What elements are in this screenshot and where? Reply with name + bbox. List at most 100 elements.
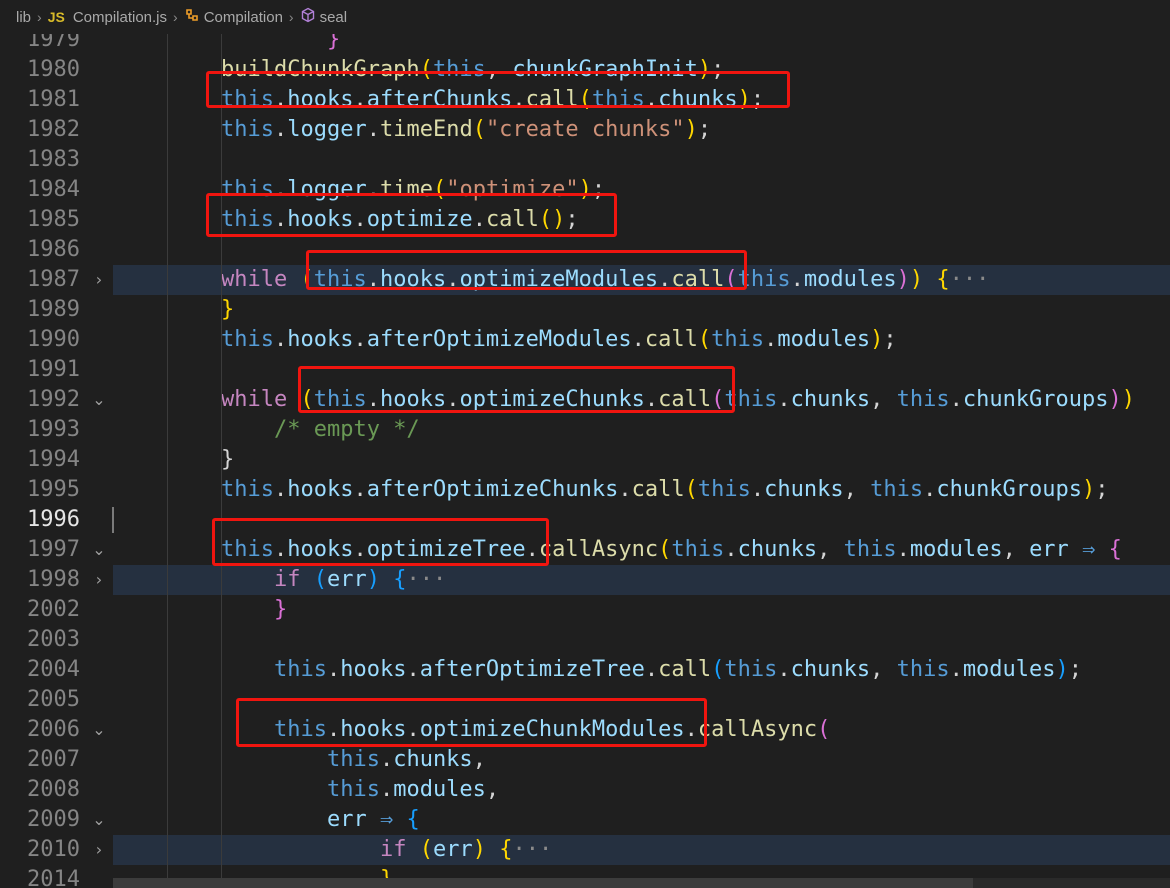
code-line[interactable]: 1990 this.hooks.afterOptimizeModules.call…: [0, 325, 1170, 355]
code-line[interactable]: 1997 ⌄ this.hooks.optimizeTree.callAsync(t…: [0, 535, 1170, 565]
code-token: call: [525, 87, 579, 112]
code-area[interactable]: this.hooks.afterOptimizeModules.call(thi…: [113, 325, 1170, 355]
code-token: this: [843, 537, 897, 562]
code-line[interactable]: 1986: [0, 235, 1170, 265]
code-token: }: [221, 34, 341, 52]
code-token: modules: [962, 657, 1056, 682]
code-area[interactable]: [113, 235, 1170, 265]
code-area[interactable]: }: [113, 34, 1170, 55]
code-text: }: [221, 595, 287, 625]
code-token: .: [525, 537, 539, 562]
code-token: .: [923, 477, 937, 502]
code-text: /* empty */: [221, 415, 420, 445]
code-area[interactable]: this.hooks.afterOptimizeTree.call(this.c…: [113, 655, 1170, 685]
code-area[interactable]: }: [113, 595, 1170, 625]
code-token: err: [326, 567, 367, 592]
code-line[interactable]: 2002 }: [0, 595, 1170, 625]
scrollbar-thumb[interactable]: [113, 878, 973, 888]
code-area[interactable]: [113, 625, 1170, 655]
code-area[interactable]: this.modules,: [113, 775, 1170, 805]
code-token: .: [949, 387, 963, 412]
code-area[interactable]: this.hooks.optimize.call();: [113, 205, 1170, 235]
fold-collapse-icon[interactable]: ⌄: [92, 805, 106, 835]
code-area[interactable]: [113, 145, 1170, 175]
code-area[interactable]: while (this.hooks.optimizeModules.call(t…: [113, 265, 1170, 295]
code-line[interactable]: 2006 ⌄ this.hooks.optimizeChunkModules.ca…: [0, 715, 1170, 745]
code-area[interactable]: this.hooks.optimizeChunkModules.callAsyn…: [113, 715, 1170, 745]
code-token: .: [644, 87, 659, 112]
code-line[interactable]: 1998 › if (err) {···: [0, 565, 1170, 595]
code-line[interactable]: 1981 this.hooks.afterChunks.call(this.chu…: [0, 85, 1170, 115]
code-area[interactable]: if (err) {···: [113, 565, 1170, 595]
line-number: 2002: [27, 597, 80, 622]
code-area[interactable]: this.chunks,: [113, 745, 1170, 775]
code-line[interactable]: 1980 buildChunkGraph(this, chunkGraphInit…: [0, 55, 1170, 85]
code-token: (: [472, 117, 486, 142]
code-area[interactable]: this.logger.time("optimize");: [113, 175, 1170, 205]
code-area[interactable]: if (err) {···: [113, 835, 1170, 865]
breadcrumb-method[interactable]: seal: [300, 7, 347, 27]
code-token: chunkGroups: [962, 387, 1109, 412]
breadcrumb-file[interactable]: JS Compilation.js: [48, 9, 167, 26]
fold-collapse-icon[interactable]: ⌄: [92, 535, 106, 565]
code-area[interactable]: /* empty */: [113, 415, 1170, 445]
code-token: hooks: [287, 477, 354, 502]
code-line[interactable]: 1982 this.logger.timeEnd("create chunks")…: [0, 115, 1170, 145]
horizontal-scrollbar[interactable]: [113, 878, 1170, 888]
breadcrumb-folder[interactable]: lib: [16, 9, 31, 26]
code-line[interactable]: 2010 › if (err) {···: [0, 835, 1170, 865]
code-line[interactable]: 2007 this.chunks,: [0, 745, 1170, 775]
code-line[interactable]: 2005: [0, 685, 1170, 715]
code-line[interactable]: 2009 ⌄ err ⇒ {: [0, 805, 1170, 835]
code-area[interactable]: this.hooks.optimizeTree.callAsync(this.c…: [113, 535, 1170, 565]
code-token: ): [578, 177, 592, 202]
line-number: 2014: [27, 867, 80, 888]
code-line[interactable]: 1983: [0, 145, 1170, 175]
line-number: 1990: [27, 327, 80, 352]
code-area[interactable]: [113, 685, 1170, 715]
code-line[interactable]: 2004 this.hooks.afterOptimizeTree.call(t…: [0, 655, 1170, 685]
code-area[interactable]: [113, 505, 1170, 535]
fold-expand-icon[interactable]: ›: [92, 265, 106, 295]
code-line[interactable]: 1995 this.hooks.afterOptimizeChunks.call(…: [0, 475, 1170, 505]
code-area[interactable]: this.logger.timeEnd("create chunks");: [113, 115, 1170, 145]
code-token: ;: [591, 177, 606, 202]
code-line[interactable]: 1993 /* empty */: [0, 415, 1170, 445]
code-token: (: [419, 57, 433, 82]
code-token: .: [353, 87, 367, 112]
code-area[interactable]: [113, 355, 1170, 385]
code-line[interactable]: 1994}: [0, 445, 1170, 475]
code-area[interactable]: this.hooks.afterChunks.call(this.chunks)…: [113, 85, 1170, 115]
code-line[interactable]: 2003: [0, 625, 1170, 655]
code-line[interactable]: 1984 this.logger.time("optimize");: [0, 175, 1170, 205]
code-token: .: [366, 117, 380, 142]
code-line[interactable]: 1985 this.hooks.optimize.call();: [0, 205, 1170, 235]
code-area[interactable]: err ⇒ {: [113, 805, 1170, 835]
fold-expand-icon[interactable]: ›: [92, 835, 106, 865]
line-number: 2007: [27, 747, 80, 772]
code-area[interactable]: buildChunkGraph(this, chunkGraphInit);: [113, 55, 1170, 85]
code-area[interactable]: }: [113, 295, 1170, 325]
code-line[interactable]: 1992 ⌄ while (this.hooks.optimizeChunks.ca…: [0, 385, 1170, 415]
code-area[interactable]: }: [113, 445, 1170, 475]
fold-collapse-icon[interactable]: ⌄: [92, 715, 106, 745]
code-token: (: [711, 657, 725, 682]
code-line[interactable]: 1979 }: [0, 34, 1170, 55]
code-text: this.hooks.optimizeTree.callAsync(this.c…: [221, 535, 1122, 565]
code-line[interactable]: 1989}: [0, 295, 1170, 325]
breadcrumb-class[interactable]: Compilation: [184, 7, 283, 27]
code-token: .: [353, 537, 367, 562]
fold-expand-icon[interactable]: ›: [92, 565, 106, 595]
code-line[interactable]: 1996: [0, 505, 1170, 535]
code-token: ;: [711, 57, 725, 82]
code-line[interactable]: 2008 this.modules,: [0, 775, 1170, 805]
code-area[interactable]: this.hooks.afterOptimizeChunks.call(this…: [113, 475, 1170, 505]
code-token: .: [684, 717, 698, 742]
fold-collapse-icon[interactable]: ⌄: [92, 385, 106, 415]
code-area[interactable]: while (this.hooks.optimizeChunks.call(th…: [113, 385, 1170, 415]
code-editor[interactable]: 1979 } 1980 buildChunkGraph(this, chunkGra…: [0, 34, 1170, 888]
code-token: .: [406, 717, 420, 742]
code-line[interactable]: 1991: [0, 355, 1170, 385]
code-token: this: [221, 207, 274, 232]
code-line[interactable]: 1987 › while (this.hooks.optimizeModules.c…: [0, 265, 1170, 295]
